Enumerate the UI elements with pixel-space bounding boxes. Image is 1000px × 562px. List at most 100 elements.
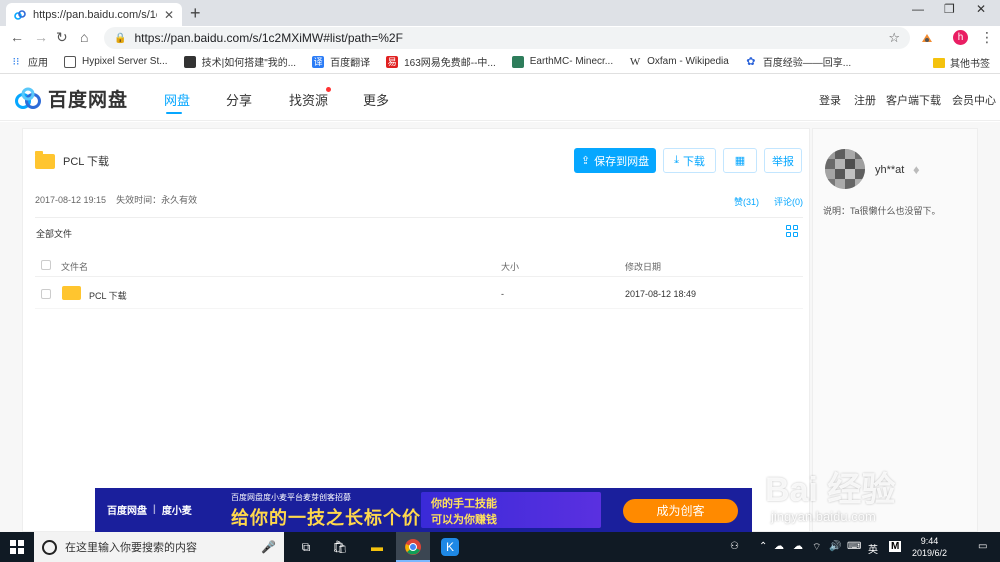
bookmarks-bar: ⁝⁝ 应用 Hypixel Server St... 技术|如何搭建"我的...… [0,50,1000,74]
nav-find-resources[interactable]: 找资源 [289,90,328,109]
keyboard-icon[interactable]: ⌨ [847,541,861,552]
baidu-pan-logo[interactable]: 百度网盘 [14,85,128,112]
breadcrumb[interactable]: 全部文件 [36,227,72,240]
bookmark-item[interactable]: 易 163网易免费邮--中... [386,54,496,69]
system-clock[interactable]: 9:44 2019/6/2 [912,535,947,559]
download-icon: ⤓ [674,154,679,166]
windows-taskbar: 在这里输入你要搜索的内容 🎤 ⧉ 🛍 ▬ K ⚇ ⌃ ☁ ☁ ⌔ 🔊 ⌨ 英 M… [0,532,1000,562]
select-all-checkbox[interactable] [41,260,51,270]
microphone-icon[interactable]: 🎤 [261,540,276,554]
save-to-netdisk-button[interactable]: ⇪ 保存到网盘 [574,148,656,173]
column-modified[interactable]: 修改日期 [625,260,661,273]
banner-brands: 百度网盘 | 度小麦 [107,502,192,517]
nav-netdisk[interactable]: 网盘 [164,90,190,109]
avatar[interactable] [825,149,865,189]
nav-active-indicator [166,112,182,114]
task-view-icon[interactable]: ⧉ [297,538,315,556]
window-close-icon[interactable]: ✕ [976,2,986,16]
taskbar-search-placeholder[interactable]: 在这里输入你要搜索的内容 [65,539,253,555]
profile-avatar[interactable]: h [953,30,968,45]
bookmark-item[interactable]: EarthMC- Minecr... [511,55,613,68]
file-date: 2017-08-12 18:49 [625,289,697,299]
table-row[interactable]: PCL 下载 - 2017-08-12 18:49 [35,279,803,309]
file-size: - [501,289,504,299]
people-icon[interactable]: ⚇ [730,541,739,552]
browser-tab[interactable]: https://pan.baidu.com/s/1c2M ✕ [6,3,182,26]
url-text[interactable]: https://pan.baidu.com/s/1c2MXiMW#list/pa… [134,31,880,45]
ime-mode[interactable]: M [889,541,902,552]
wifi-icon[interactable]: ⌔ [812,541,821,554]
created-time: 2017-08-12 19:15 [35,194,107,205]
extension-icon[interactable] [920,31,934,45]
reload-icon[interactable]: ↻ [56,30,68,44]
cloud-icon[interactable]: ☁ [774,541,784,552]
paw-icon: ✿ [746,55,756,68]
client-download-link[interactable]: 客户端下载 [886,92,941,108]
divider [35,217,803,218]
row-checkbox[interactable] [41,289,51,299]
qr-code-icon: ▦ [734,155,746,167]
report-button[interactable]: 举报 [764,148,802,173]
login-link[interactable]: 登录 [819,92,841,108]
folder-icon [35,150,55,169]
restore-icon[interactable]: ❐ [944,2,955,16]
bookmark-star-icon[interactable]: ☆ [888,30,900,46]
nav-more[interactable]: 更多 [363,90,389,109]
bookmark-item[interactable]: 译 百度翻译 [312,54,370,69]
bookmark-item[interactable]: ⁝⁝ 应用 [10,54,49,70]
notification-icon[interactable]: ▭ [978,541,987,552]
expiry-text: 失效时间：永久有效 [116,195,198,205]
home-icon[interactable]: ⌂ [80,30,88,44]
other-bookmarks-label: 其他书签 [950,59,990,70]
bookmark-item[interactable]: Hypixel Server St... [64,55,168,68]
download-button[interactable]: ⤓ 下载 [663,148,716,173]
onedrive-icon[interactable]: ☁ [793,541,803,552]
separator: | [153,504,156,515]
store-icon[interactable]: 🛍 [331,538,349,556]
grid-view-icon[interactable] [786,225,798,237]
lock-icon[interactable]: 🔒 [114,33,126,44]
baidu-pan-brand: 百度网盘 [107,506,147,517]
duxiaomai-brand: 度小麦 [161,506,192,517]
netease-icon: 易 [386,55,399,68]
new-tab-icon[interactable]: + [190,4,201,22]
ime-language[interactable]: 英 [868,541,878,556]
likes-link[interactable]: 赞(31) [734,195,759,208]
sharer-username[interactable]: yh**at [875,164,904,176]
bookmark-item[interactable]: 技术|如何搭建"我的... [183,54,296,69]
forward-icon[interactable]: → [34,30,48,44]
qr-code-button[interactable]: ▦ [723,148,757,173]
folder-icon [933,57,945,68]
banner-headline: 给你的一技之长标个价 [231,508,421,528]
windows-start-icon[interactable] [10,540,24,554]
baidu-pan-favicon-icon [14,9,26,20]
bookmark-item[interactable]: ✿ 百度经验——回享... [745,54,851,70]
close-tab-icon[interactable]: ✕ [164,8,174,22]
tray-chevron-icon[interactable]: ⌃ [759,541,767,552]
ad-banner[interactable]: 百度网盘 | 度小麦 百度网盘度小麦平台麦芽创客招募 给你的一技之长标个价 你的… [95,488,752,532]
bookmark-label: 应用 [28,58,48,69]
logo-text: 百度网盘 [48,90,129,111]
bookmark-item[interactable]: W Oxfam - Wikipedia [629,56,729,68]
nav-share[interactable]: 分享 [226,90,252,109]
app-k-icon[interactable]: K [441,538,459,556]
back-icon[interactable]: ← [10,30,24,44]
column-filename[interactable]: 文件名 [61,260,88,273]
become-creator-button[interactable]: 成为创客 [623,499,738,523]
column-size[interactable]: 大小 [501,260,519,273]
watermark-url: jingyan.baidu.com [771,509,876,524]
member-center-link[interactable]: 会员中心 [952,92,996,108]
file-explorer-icon[interactable]: ▬ [368,538,386,556]
address-bar[interactable]: 🔒 https://pan.baidu.com/s/1c2MXiMW#list/… [104,27,910,49]
save-to-netdisk-label: 保存到网盘 [594,155,650,168]
minimize-icon[interactable]: — [912,2,924,16]
volume-icon[interactable]: 🔊 [829,541,841,552]
file-name[interactable]: PCL 下载 [89,289,127,302]
chrome-icon[interactable] [404,538,422,556]
taskbar-search[interactable]: 在这里输入你要搜索的内容 🎤 [34,532,284,562]
register-link[interactable]: 注册 [854,92,876,108]
browser-menu-icon[interactable]: ⋮ [980,29,994,46]
other-bookmarks[interactable]: 其他书签 [933,55,990,70]
comments-link[interactable]: 评论(0) [774,195,803,208]
page-icon [183,55,196,68]
